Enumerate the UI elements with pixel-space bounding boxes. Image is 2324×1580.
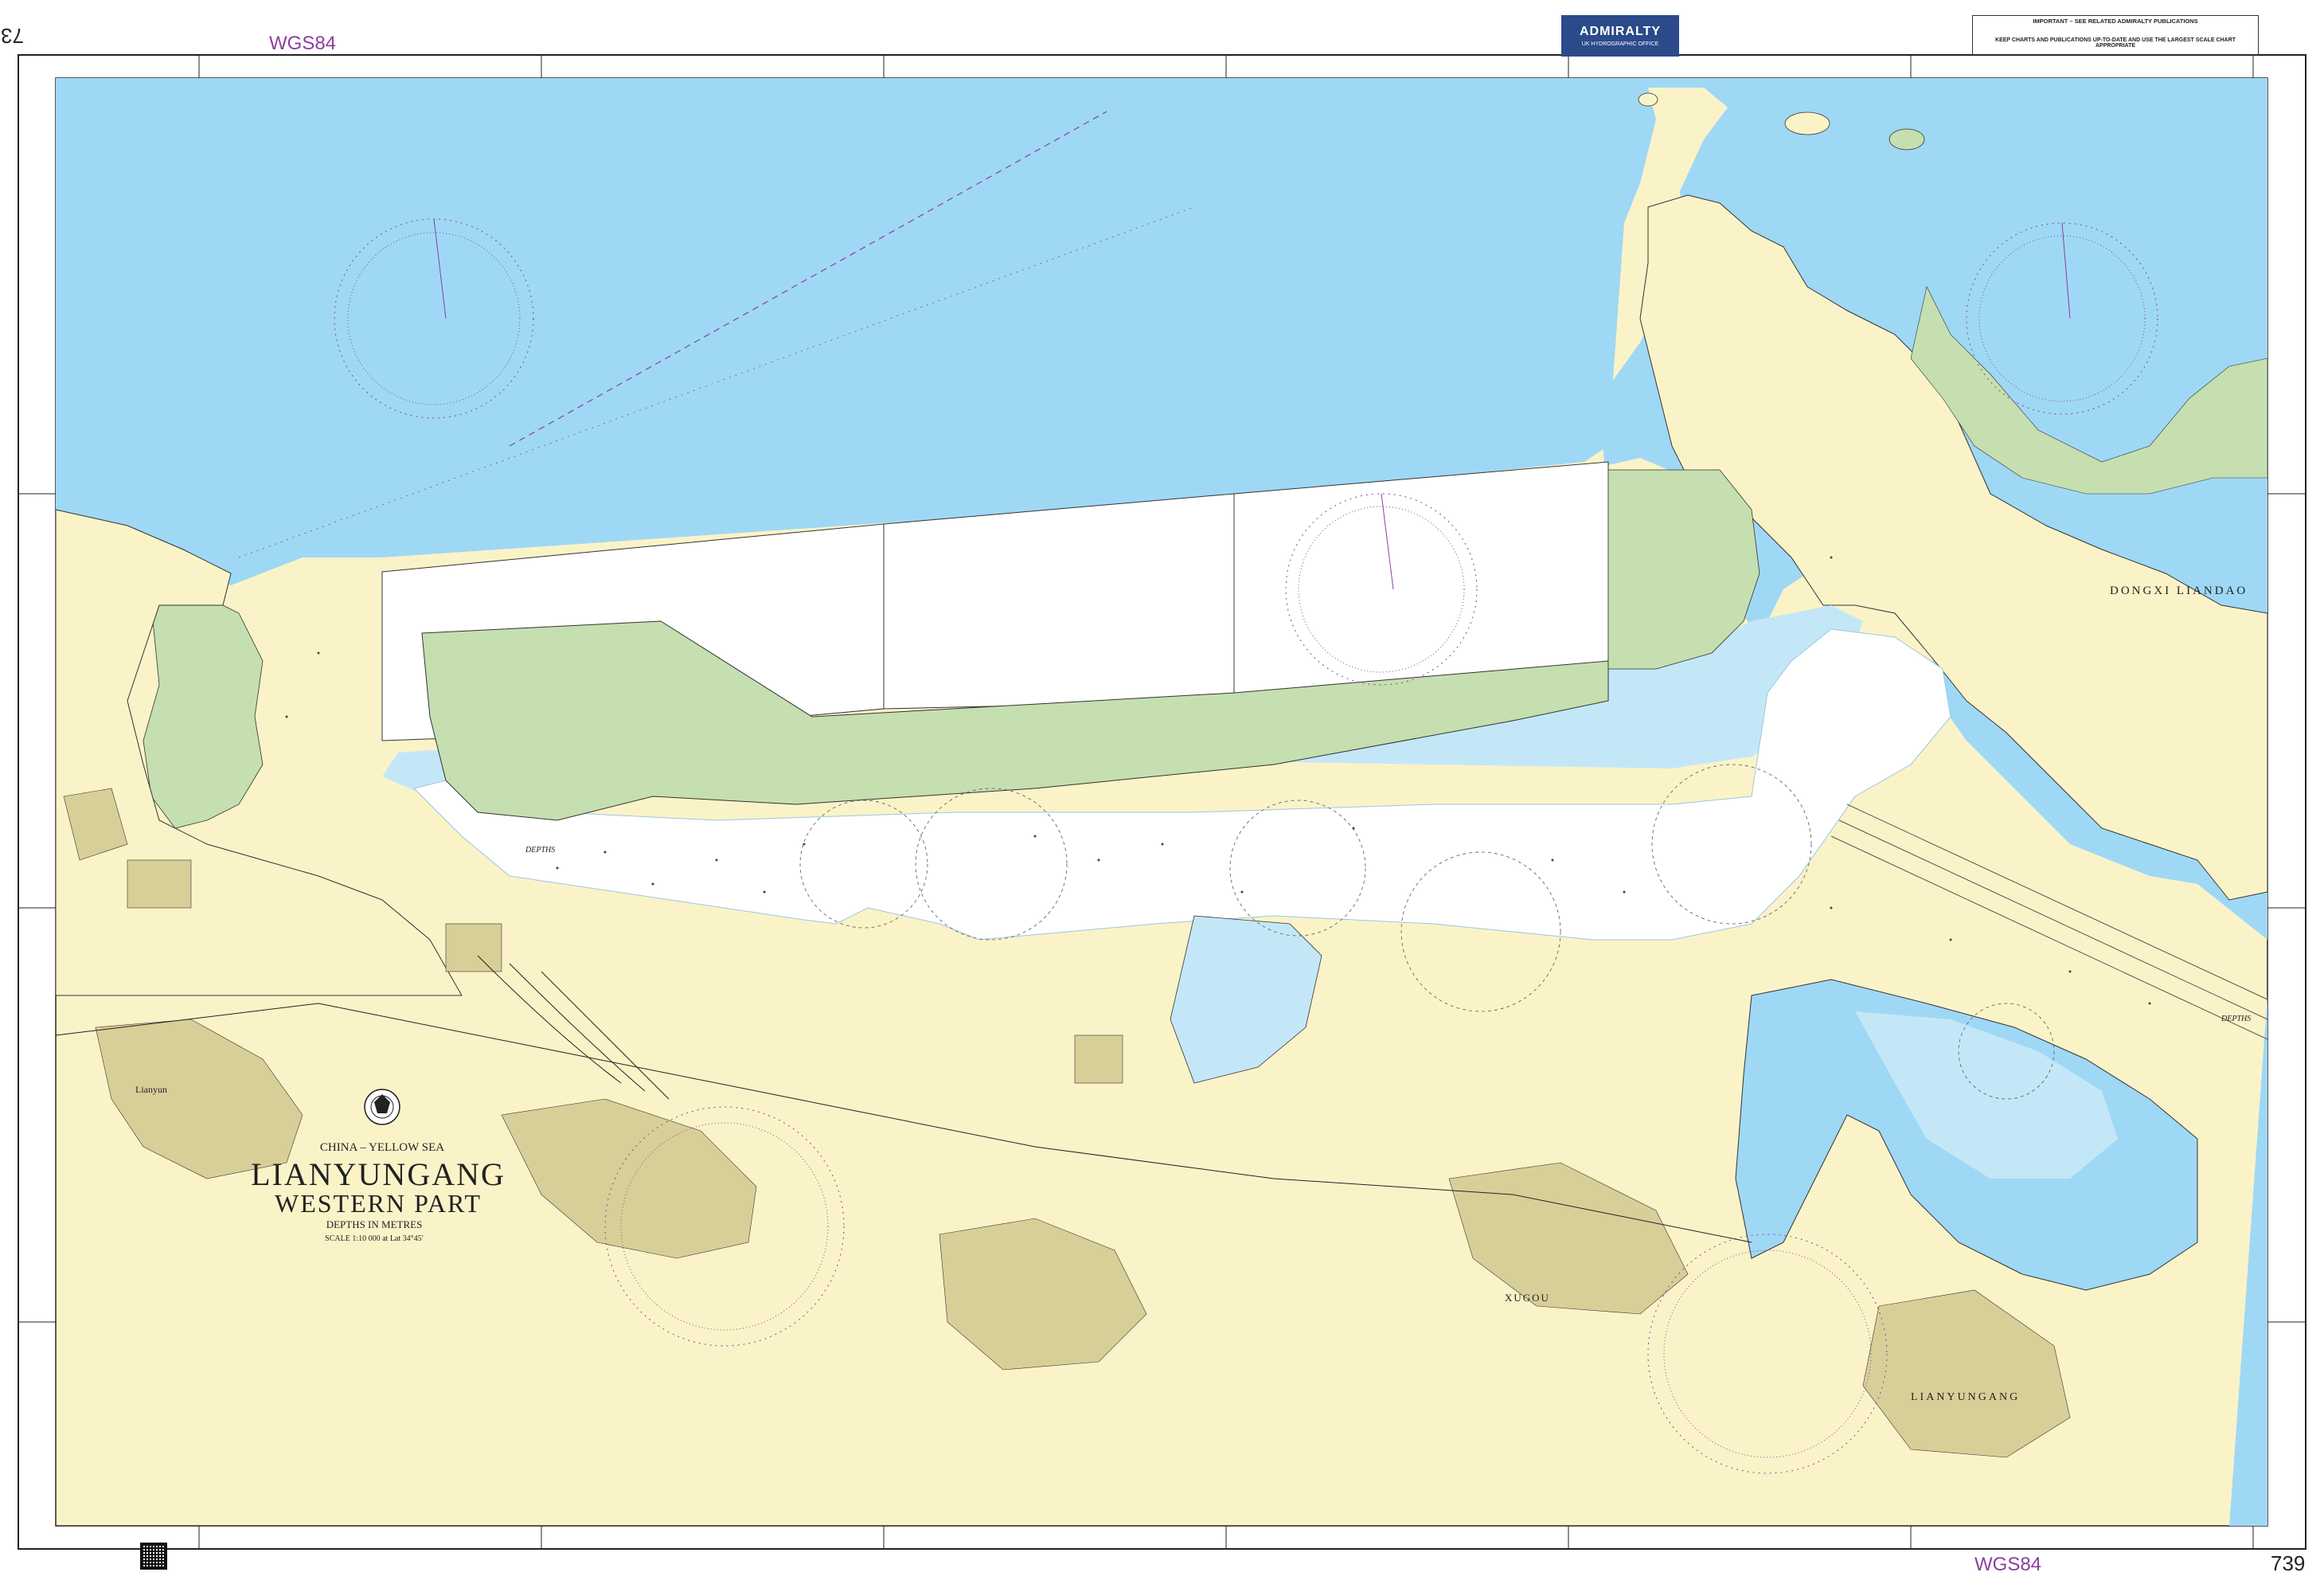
admiralty-brand: ADMIRALTY (1579, 25, 1662, 38)
islet-b (1888, 128, 1925, 151)
admiralty-logo: ADMIRALTY UK HYDROGRAPHIC OFFICE (1561, 15, 1679, 57)
chart-number: 739 (2271, 1551, 2305, 1575)
nautical-chart: 739 WGS84 WGS84 739 CHINA – YELLOW SEA L… (0, 24, 2306, 1575)
label-depths-left: DEPTHS (525, 846, 555, 855)
reclaimed-area-east (1233, 461, 1609, 702)
label-depths-right: DEPTHS (2220, 1015, 2251, 1023)
title-depths: DEPTHS IN METRES (326, 1218, 423, 1230)
chart-number-rotated: 739 (0, 24, 24, 48)
datum-label-bottom: WGS84 (1974, 1554, 2041, 1575)
title-line-1: LIANYUNGANG (251, 1156, 506, 1192)
royal-coat-of-arms-emblem (364, 1089, 400, 1125)
title-region: CHINA – YELLOW SEA (320, 1141, 444, 1154)
important-notice-box: IMPORTANT – SEE RELATED ADMIRALTY PUBLIC… (1972, 15, 2259, 55)
title-scale: SCALE 1:10 000 at Lat 34°45′ (325, 1234, 424, 1243)
important-heading: IMPORTANT – SEE RELATED ADMIRALTY PUBLIC… (2033, 18, 2198, 25)
important-footer: KEEP CHARTS AND PUBLICATIONS UP-TO-DATE … (1995, 37, 2236, 49)
islet-c (1638, 92, 1658, 107)
reclaimed-area-mid (883, 493, 1235, 710)
label-xugou: XUGOU (1505, 1292, 1550, 1304)
label-lianyun: Lianyun (135, 1084, 167, 1095)
label-lianyungang: LIANYUNGANG (1911, 1391, 2020, 1403)
label-dongxi-liandao: DONGXI LIANDAO (2110, 585, 2248, 597)
title-line-2: WESTERN PART (275, 1189, 482, 1218)
datum-label-top: WGS84 (269, 33, 336, 54)
intertidal-mudflat-west (143, 592, 264, 829)
islet-a (1784, 111, 1830, 135)
admiralty-sub: UK HYDROGRAPHIC OFFICE (1581, 41, 1659, 47)
qr-code (140, 1543, 167, 1570)
